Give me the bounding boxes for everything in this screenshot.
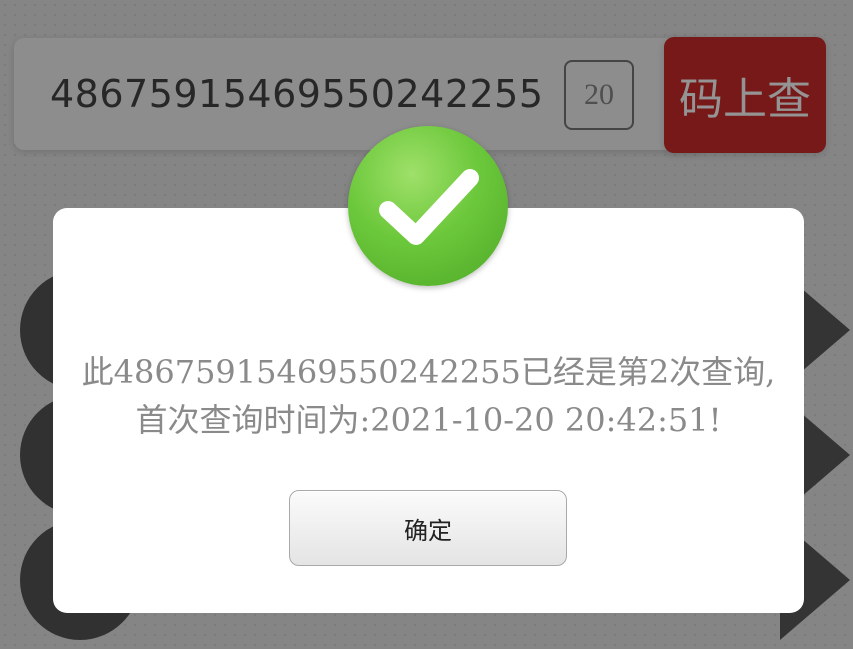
checkmark-glyph: [379, 169, 479, 245]
dialog-message-line1: 此4867591546955024225​5已经是第2次查询,: [81, 353, 776, 391]
dialog-message-line2: 首次查询时间为:2021-10-20 20:42:51!: [135, 401, 722, 439]
confirm-button[interactable]: 确定: [289, 490, 567, 566]
dialog-message: 此4867591546955024225​5已经是第2次查询, 首次查询时间为:…: [53, 348, 804, 444]
checkmark-icon: [348, 126, 508, 286]
